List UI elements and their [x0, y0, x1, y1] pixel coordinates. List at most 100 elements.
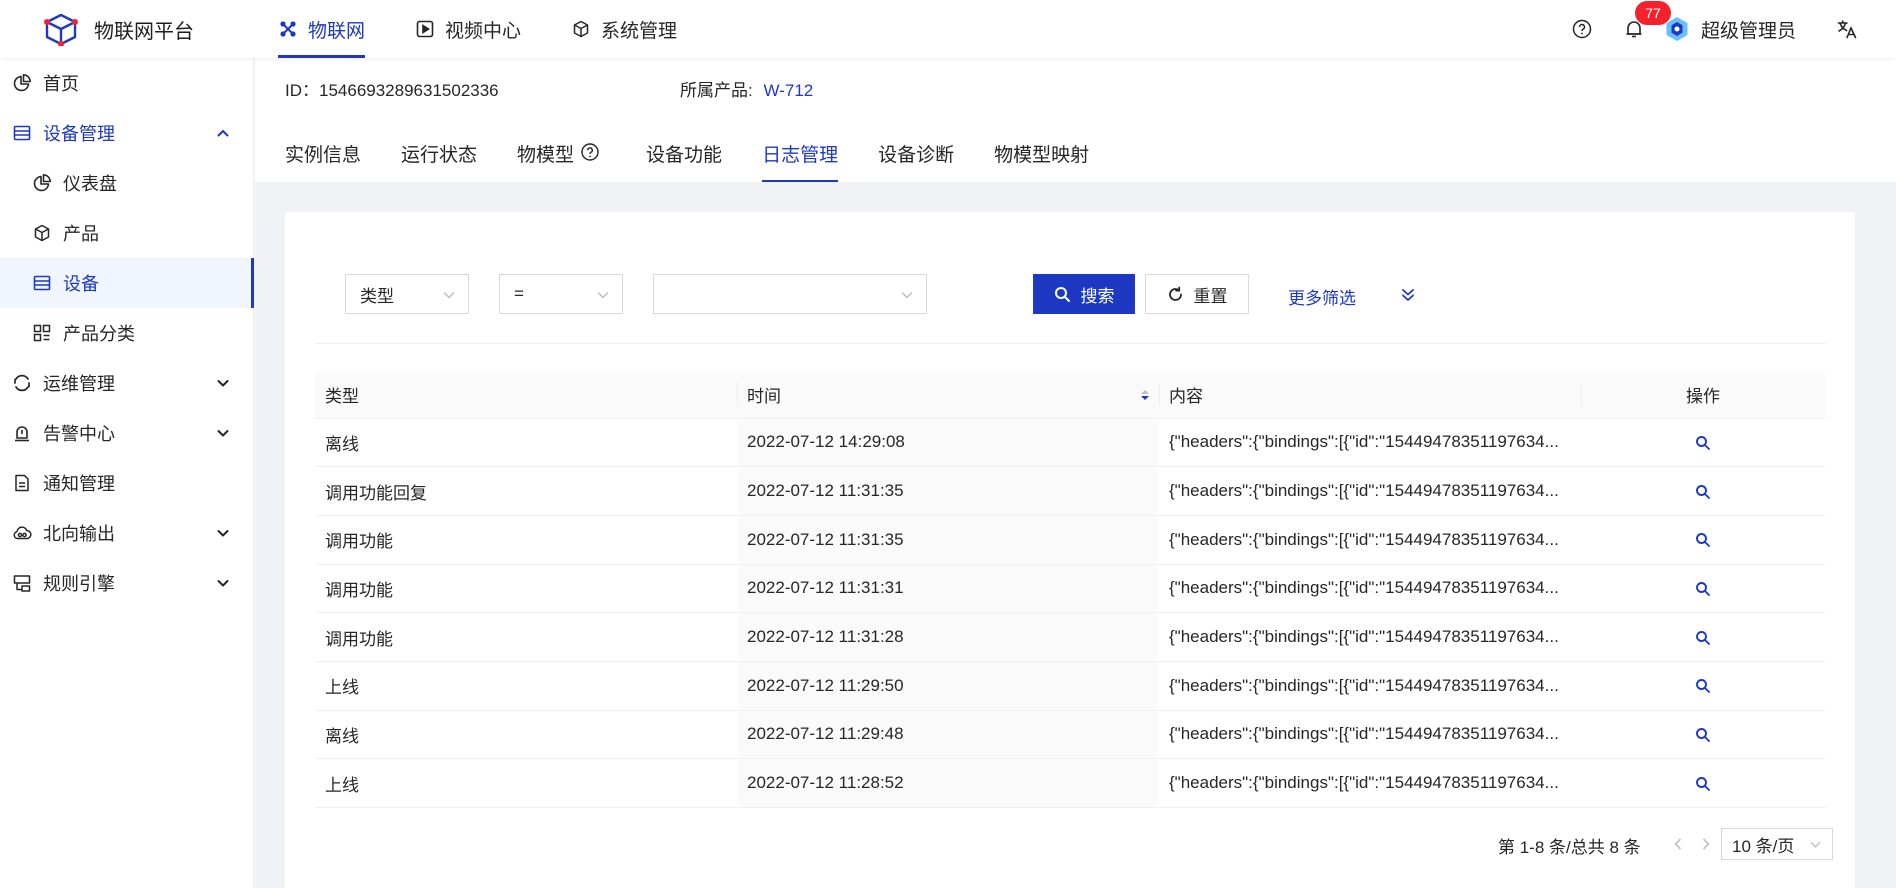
- logo[interactable]: 物联网平台: [0, 0, 278, 58]
- log-card: 类型 = 搜索 重置 更多筛选 类型 时间 内容 操作 离线 2022-07-1…: [285, 212, 1855, 888]
- cell-content: {"headers":{"bindings":[{"id":"154494783…: [1159, 466, 1581, 516]
- chevron-up-icon: [217, 130, 229, 137]
- sidebar-item-label: 运维管理: [43, 374, 115, 394]
- table-row: 离线 2022-07-12 14:29:08 {"headers":{"bindin…: [315, 418, 1825, 468]
- cell-action: [1581, 515, 1825, 565]
- filter-field-select[interactable]: 类型: [345, 274, 469, 314]
- sidebar-item-label: 首页: [43, 74, 79, 94]
- tab-thing-model-mapping[interactable]: 物模型映射: [994, 140, 1089, 182]
- filter-operator-select[interactable]: =: [499, 274, 623, 314]
- reset-button-label: 重置: [1193, 286, 1228, 306]
- topnav-item-video[interactable]: 视频中心: [415, 0, 521, 58]
- tab-device-function[interactable]: 设备功能: [646, 140, 722, 182]
- sidebar-item-label: 通知管理: [43, 474, 115, 494]
- column-header-content: 内容: [1159, 371, 1581, 419]
- tab-label: 日志管理: [762, 145, 839, 166]
- tab-log-management[interactable]: 日志管理: [762, 140, 839, 182]
- product-link[interactable]: W-712: [763, 81, 813, 100]
- search-button-label: 搜索: [1080, 286, 1115, 306]
- search-icon[interactable]: [1695, 484, 1711, 500]
- cell-type: 调用功能: [315, 612, 737, 662]
- sidebar-item-notice-management[interactable]: 通知管理: [0, 458, 253, 508]
- app-title: 物联网平台: [94, 20, 194, 43]
- tab-label: 设备功能: [646, 145, 723, 166]
- search-icon[interactable]: [1695, 532, 1711, 548]
- sidebar-item-label: 设备管理: [43, 124, 115, 144]
- cell-time: 2022-07-12 11:31:28: [737, 612, 1159, 662]
- more-filter-link[interactable]: 更多筛选: [1288, 284, 1356, 309]
- topnav-label: 系统管理: [601, 20, 678, 42]
- chevron-down-icon: [217, 580, 229, 587]
- chevron-left-icon[interactable]: [1671, 837, 1685, 851]
- search-icon[interactable]: [1695, 435, 1711, 451]
- log-table-body: 离线 2022-07-12 14:29:08 {"headers":{"bindin…: [315, 418, 1825, 808]
- search-button[interactable]: 搜索: [1033, 274, 1135, 314]
- chevron-down-icon: [217, 380, 229, 387]
- notice-icon: [15, 474, 29, 492]
- cell-action: [1581, 564, 1825, 614]
- cell-content: {"headers":{"bindings":[{"id":"154494783…: [1159, 758, 1581, 808]
- filter-value-select[interactable]: [653, 274, 927, 314]
- sidebar-item-northbound-output[interactable]: 北向输出: [0, 508, 253, 558]
- sidebar-item-rule-engine[interactable]: 规则引擎: [0, 558, 253, 608]
- cell-time: 2022-07-12 11:31:35: [737, 466, 1159, 516]
- device-id: ID：1546693289631502336: [285, 81, 499, 100]
- topnav-item-iot[interactable]: 物联网: [278, 0, 366, 58]
- tab-thing-model[interactable]: 物模型: [517, 140, 600, 182]
- notification-button[interactable]: 77: [1623, 1, 1671, 40]
- device-list-icon: [13, 125, 31, 141]
- iot-icon: [280, 21, 296, 37]
- filter-operator-value: =: [514, 284, 524, 303]
- help-icon[interactable]: [1571, 18, 1593, 40]
- sidebar-item-product[interactable]: 产品: [0, 208, 253, 258]
- search-icon[interactable]: [1695, 630, 1711, 646]
- cell-action: [1581, 661, 1825, 711]
- sidebar: 首页 设备管理 仪表盘 产品 设备 产品分类 运维管理 告警中心 通知管理 北向…: [0, 58, 254, 888]
- cell-content: {"headers":{"bindings":[{"id":"154494783…: [1159, 710, 1581, 760]
- sidebar-item-device[interactable]: 设备: [0, 258, 254, 308]
- search-icon[interactable]: [1695, 581, 1711, 597]
- reset-button[interactable]: 重置: [1145, 274, 1249, 314]
- device-icon: [33, 275, 51, 291]
- translate-icon[interactable]: [1836, 18, 1858, 40]
- product-label: 所属产品:: [680, 81, 753, 100]
- page-size-select[interactable]: 10 条/页: [1721, 828, 1833, 860]
- search-icon[interactable]: [1695, 678, 1711, 694]
- table-header-row: 类型 时间 内容 操作: [315, 371, 1825, 419]
- sidebar-item-home[interactable]: 首页: [0, 58, 253, 108]
- sidebar-item-label: 告警中心: [43, 424, 115, 444]
- help-icon[interactable]: [580, 142, 600, 162]
- search-icon[interactable]: [1695, 776, 1711, 792]
- chevron-right-icon[interactable]: [1699, 837, 1713, 851]
- sidebar-item-label: 北向输出: [43, 524, 115, 544]
- header-actions: 77 超级管理员: [1571, 0, 1896, 58]
- box-icon: [34, 224, 50, 242]
- cell-action: [1581, 466, 1825, 516]
- sidebar-item-dashboard[interactable]: 仪表盘: [0, 158, 253, 208]
- sidebar-item-label: 设备: [63, 274, 99, 294]
- cube-icon: [573, 20, 589, 38]
- tab-running-status[interactable]: 运行状态: [401, 140, 477, 182]
- pagination-total: 第 1-8 条/总共 8 条: [1498, 838, 1641, 857]
- cell-type: 调用功能: [315, 564, 737, 614]
- cell-time: 2022-07-12 11:31:35: [737, 515, 1159, 565]
- sidebar-item-device-management[interactable]: 设备管理: [0, 108, 253, 158]
- chevron-down-icon: [901, 292, 913, 299]
- sidebar-item-product-category[interactable]: 产品分类: [0, 308, 253, 358]
- column-header-time[interactable]: 时间: [737, 371, 1159, 419]
- filter-field-value: 类型: [360, 286, 394, 306]
- pie-icon: [13, 74, 31, 92]
- sort-icon[interactable]: [1139, 387, 1151, 403]
- double-chevron-down-icon[interactable]: [1399, 286, 1417, 304]
- chevron-down-icon: [1810, 841, 1821, 848]
- user-menu[interactable]: 超级管理员: [1663, 15, 1796, 43]
- table-row: 调用功能 2022-07-12 11:31:31 {"headers":{"bind…: [315, 564, 1825, 614]
- sidebar-item-alarm-center[interactable]: 告警中心: [0, 408, 253, 458]
- top-nav: 物联网 视频中心 系统管理: [278, 0, 727, 58]
- tab-instance-info[interactable]: 实例信息: [285, 140, 361, 182]
- tab-device-diagnosis[interactable]: 设备诊断: [878, 140, 954, 182]
- topnav-item-system[interactable]: 系统管理: [571, 0, 677, 58]
- search-icon[interactable]: [1695, 727, 1711, 743]
- cloud-icon: [13, 526, 32, 540]
- sidebar-item-operations[interactable]: 运维管理: [0, 358, 253, 408]
